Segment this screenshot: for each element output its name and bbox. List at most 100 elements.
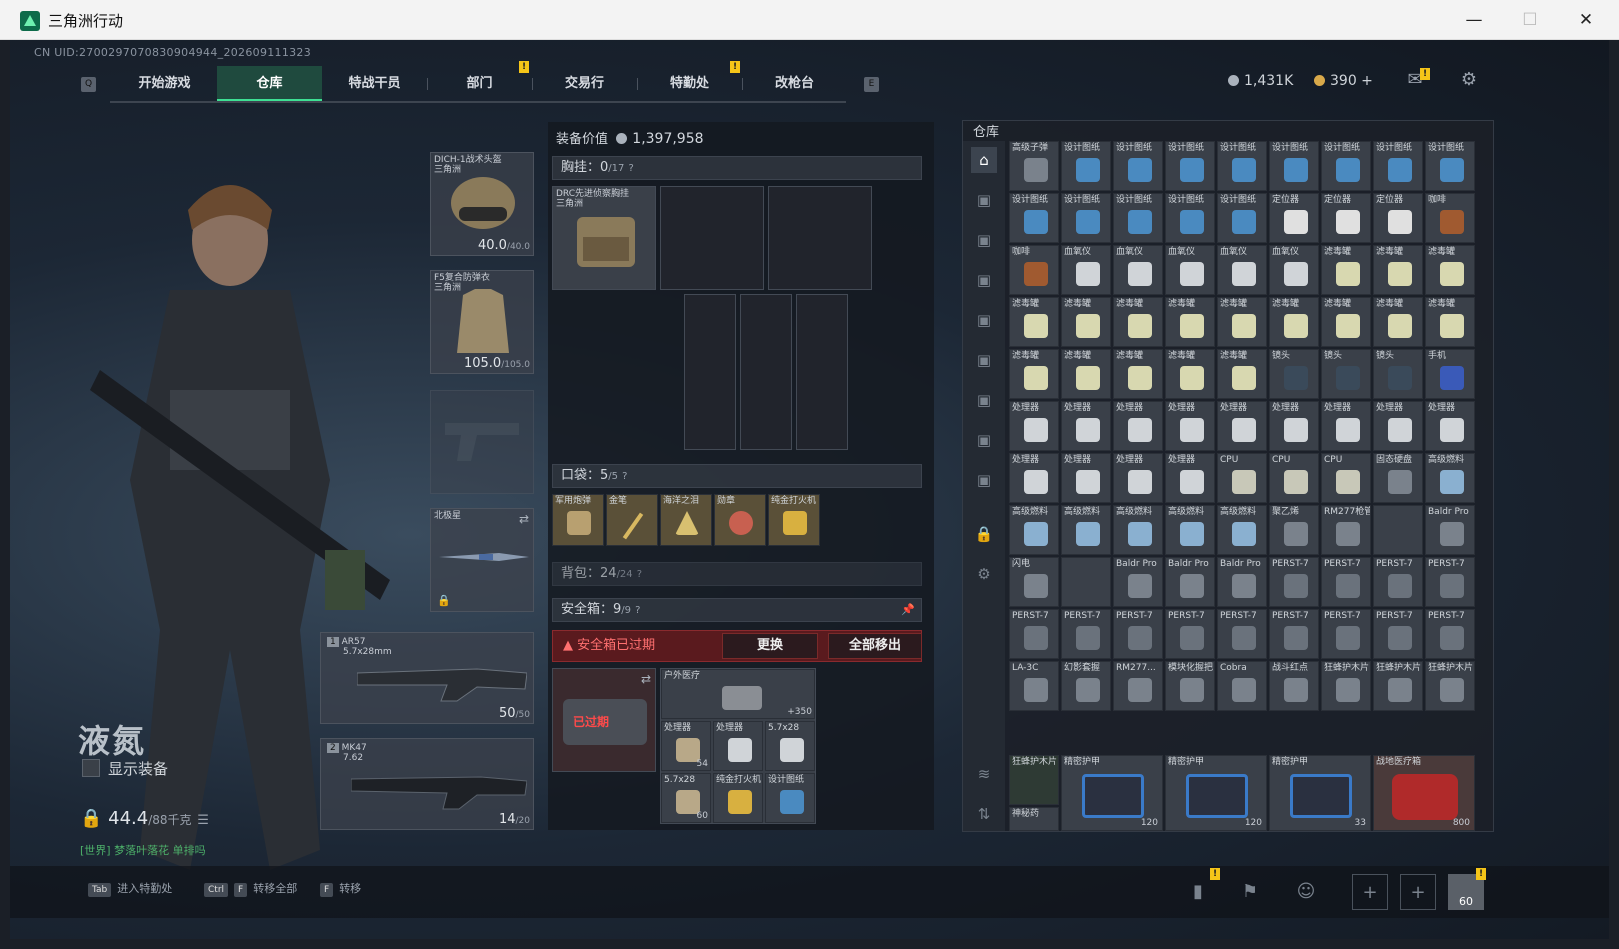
storage-item[interactable]: 血氧仪 (1165, 245, 1215, 295)
storage-item[interactable]: 处理器 (1061, 453, 1111, 503)
chest-grid-slot[interactable] (768, 186, 872, 290)
storage-item[interactable]: 神秘药 (1009, 807, 1059, 831)
storage-item[interactable]: 滤毒罐 (1061, 349, 1111, 399)
storage-item[interactable]: PERST-7 (1373, 557, 1423, 607)
storage-item[interactable]: 高级燃料 (1113, 505, 1163, 555)
tab-start-game[interactable]: 开始游戏 (112, 66, 217, 102)
storage-item[interactable]: 滤毒罐 (1217, 349, 1267, 399)
storage-item[interactable]: 高级子弹 (1009, 141, 1059, 191)
safe-item[interactable]: 5.7x28 (765, 721, 815, 771)
storage-item[interactable]: 处理器 (1113, 453, 1163, 503)
storage-item[interactable]: 血氧仪 (1217, 245, 1267, 295)
storage-item[interactable]: 滤毒罐 (1113, 349, 1163, 399)
storage-item-bag[interactable]: 精密护甲 120 (1061, 755, 1163, 831)
storage-item[interactable]: PERST-7 (1061, 609, 1111, 659)
storage-item[interactable]: 咖啡 (1009, 245, 1059, 295)
storage-item[interactable]: 处理器 (1009, 401, 1059, 451)
storage-item[interactable]: 高级燃料 (1061, 505, 1111, 555)
storage-item[interactable]: 处理器 (1217, 401, 1267, 451)
tab-special-ops[interactable]: 特勤处 (637, 66, 742, 102)
chest-grid-slot[interactable] (740, 294, 792, 450)
tab-gunsmith[interactable]: 改枪台 (742, 66, 847, 102)
chest-grid-slot[interactable] (660, 186, 764, 290)
storage-item[interactable]: 处理器 (1165, 453, 1215, 503)
hint-f[interactable]: F 转移 (320, 880, 361, 897)
storage-item[interactable]: 血氧仪 (1061, 245, 1111, 295)
tab-trading[interactable]: 交易行 (532, 66, 637, 102)
pistol-slot[interactable] (430, 390, 534, 494)
add-slot-icon[interactable]: + (1352, 874, 1388, 910)
storage-item[interactable]: 咖啡 (1425, 193, 1475, 243)
safe-item[interactable]: 5.7x28 60 (661, 773, 711, 823)
storage-item[interactable]: 狂蜂护木片 (1425, 661, 1475, 711)
storage-item[interactable] (1061, 557, 1111, 607)
storage-item[interactable]: PERST-7 (1425, 609, 1475, 659)
storage-item[interactable]: CPU (1217, 453, 1267, 503)
storage-box-icon[interactable]: ▣ (971, 307, 997, 333)
storage-item[interactable]: Baldr Pro (1165, 557, 1215, 607)
storage-item[interactable]: 手机 (1425, 349, 1475, 399)
settings-gear-icon[interactable]: ⚙ (1458, 70, 1480, 90)
chest-grid-slot[interactable] (684, 294, 736, 450)
close-button[interactable]: ✕ (1566, 6, 1606, 34)
storage-item[interactable]: 处理器 (1321, 401, 1371, 451)
storage-item[interactable]: 设计图纸 (1425, 141, 1475, 191)
storage-item[interactable]: 设计图纸 (1165, 141, 1215, 191)
storage-item[interactable]: 处理器 (1165, 401, 1215, 451)
storage-item[interactable]: RM277枪管组合 (1321, 505, 1371, 555)
storage-item[interactable]: 滤毒罐 (1321, 297, 1371, 347)
storage-item[interactable]: PERST-7 (1113, 609, 1163, 659)
storage-item[interactable]: 设计图纸 (1061, 193, 1111, 243)
safe-item[interactable]: 设计图纸 (765, 773, 815, 823)
storage-item[interactable]: 模块化握把 (1165, 661, 1215, 711)
storage-box-icon[interactable]: ▣ (971, 347, 997, 373)
storage-item[interactable]: 高级燃料 (1009, 505, 1059, 555)
storage-item[interactable]: 设计图纸 (1009, 193, 1059, 243)
storage-item[interactable]: Baldr Pro (1425, 505, 1475, 555)
storage-box-icon[interactable]: ▣ (971, 227, 997, 253)
storage-item[interactable]: PERST-7 (1269, 557, 1319, 607)
storage-item[interactable]: PERST-7 (1321, 557, 1371, 607)
storage-item[interactable]: LA-3C (1009, 661, 1059, 711)
storage-item[interactable]: 镜头 (1373, 349, 1423, 399)
hint-ctrl-f[interactable]: Ctrl F 转移全部 (204, 880, 297, 897)
storage-item[interactable]: PERST-7 (1217, 609, 1267, 659)
minimize-button[interactable]: — (1454, 6, 1494, 34)
safe-item[interactable]: 处理器 (713, 721, 763, 771)
storage-box-icon[interactable]: ▣ (971, 267, 997, 293)
storage-item[interactable]: 高级燃料 (1165, 505, 1215, 555)
list-icon[interactable]: ☰ (197, 813, 209, 828)
storage-item-bag[interactable]: 精密护甲 33 (1269, 755, 1371, 831)
storage-item[interactable]: 处理器 (1425, 401, 1475, 451)
move-all-button[interactable]: 全部移出 (828, 633, 922, 659)
storage-item[interactable]: 滤毒罐 (1165, 349, 1215, 399)
storage-item[interactable]: 狂蜂护木片 (1373, 661, 1423, 711)
storage-item[interactable]: 处理器 (1269, 401, 1319, 451)
storage-item[interactable]: 狂蜂护木片 (1009, 755, 1059, 805)
storage-item[interactable]: 滤毒罐 (1425, 297, 1475, 347)
world-chat-line[interactable]: [世界] 梦落叶落花 单排吗 (80, 842, 206, 858)
storage-item[interactable]: 滤毒罐 (1061, 297, 1111, 347)
checkbox[interactable] (82, 759, 100, 777)
storage-item[interactable]: 定位器 (1269, 193, 1319, 243)
currency-secondary[interactable]: 390 + (1314, 73, 1373, 89)
maximize-button[interactable]: ☐ (1510, 6, 1550, 34)
storage-item[interactable]: 聚乙烯 (1269, 505, 1319, 555)
storage-item[interactable]: PERST-7 (1165, 609, 1215, 659)
pocket-item[interactable]: 军用炮弹 (552, 494, 604, 546)
swap-icon[interactable]: ⇄ (641, 672, 651, 686)
storage-item[interactable]: 处理器 (1061, 401, 1111, 451)
storage-box-icon[interactable]: ▣ (971, 387, 997, 413)
storage-item[interactable]: 战斗红点 (1269, 661, 1319, 711)
safe-item[interactable]: 纯金打火机 (713, 773, 763, 823)
storage-box-icon[interactable]: ▣ (971, 427, 997, 453)
storage-item[interactable]: PERST-7 (1321, 609, 1371, 659)
storage-item[interactable]: 处理器 (1009, 453, 1059, 503)
show-equipment-toggle[interactable]: 显示装备 (82, 758, 168, 779)
storage-item[interactable]: 设计图纸 (1269, 141, 1319, 191)
storage-item[interactable]: 定位器 (1373, 193, 1423, 243)
storage-item-bag[interactable]: 战地医疗箱 800 (1373, 755, 1475, 831)
storage-box-icon[interactable]: ▣ (971, 467, 997, 493)
storage-item[interactable]: Baldr Pro (1113, 557, 1163, 607)
tab-warehouse[interactable]: 仓库 (217, 66, 322, 102)
